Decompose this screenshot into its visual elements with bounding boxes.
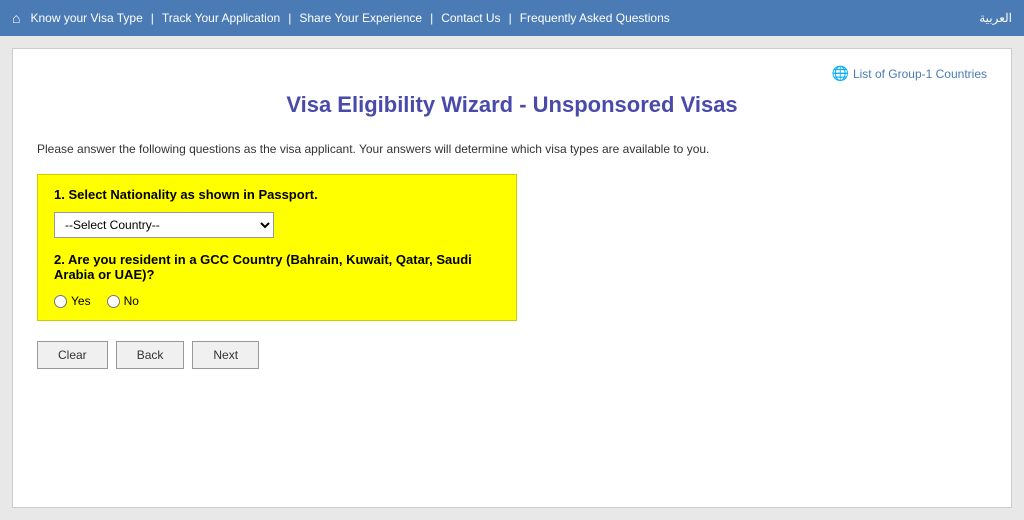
question-box: 1. Select Nationality as shown in Passpo… [37,174,517,321]
nav-sep-2: | [288,11,291,25]
nav-contact[interactable]: Contact Us [441,11,500,25]
radio-no-label[interactable]: No [107,294,139,308]
navbar: ⌂ Know your Visa Type | Track Your Appli… [0,0,1024,36]
radio-no[interactable] [107,295,120,308]
radio-yes-text: Yes [71,294,91,308]
top-right-area: 🌐 List of Group-1 Countries [37,65,987,82]
button-row: Clear Back Next [37,341,987,369]
main-container: 🌐 List of Group-1 Countries Visa Eligibi… [12,48,1012,508]
page-title: Visa Eligibility Wizard - Unsponsored Vi… [37,92,987,118]
globe-icon: 🌐 [832,65,849,82]
back-button[interactable]: Back [116,341,185,369]
question1-label: 1. Select Nationality as shown in Passpo… [54,187,500,202]
country-select[interactable]: --Select Country-- [54,212,274,238]
radio-no-text: No [124,294,139,308]
gcc-radio-group: Yes No [54,294,500,308]
next-button[interactable]: Next [192,341,259,369]
nav-faq[interactable]: Frequently Asked Questions [520,11,670,25]
arabic-language-link[interactable]: العربية [979,11,1012,25]
group1-countries-link[interactable]: 🌐 List of Group-1 Countries [832,65,988,82]
page-description: Please answer the following questions as… [37,142,987,156]
radio-yes-label[interactable]: Yes [54,294,91,308]
nav-track-app[interactable]: Track Your Application [162,11,280,25]
nav-know-visa[interactable]: Know your Visa Type [30,11,142,25]
clear-button[interactable]: Clear [37,341,108,369]
home-icon[interactable]: ⌂ [12,10,20,26]
nav-sep-3: | [430,11,433,25]
question2-label: 2. Are you resident in a GCC Country (Ba… [54,252,500,282]
radio-yes[interactable] [54,295,67,308]
nav-links: Know your Visa Type | Track Your Applica… [30,11,979,25]
nav-share-exp[interactable]: Share Your Experience [299,11,422,25]
nav-sep-1: | [151,11,154,25]
nav-sep-4: | [509,11,512,25]
